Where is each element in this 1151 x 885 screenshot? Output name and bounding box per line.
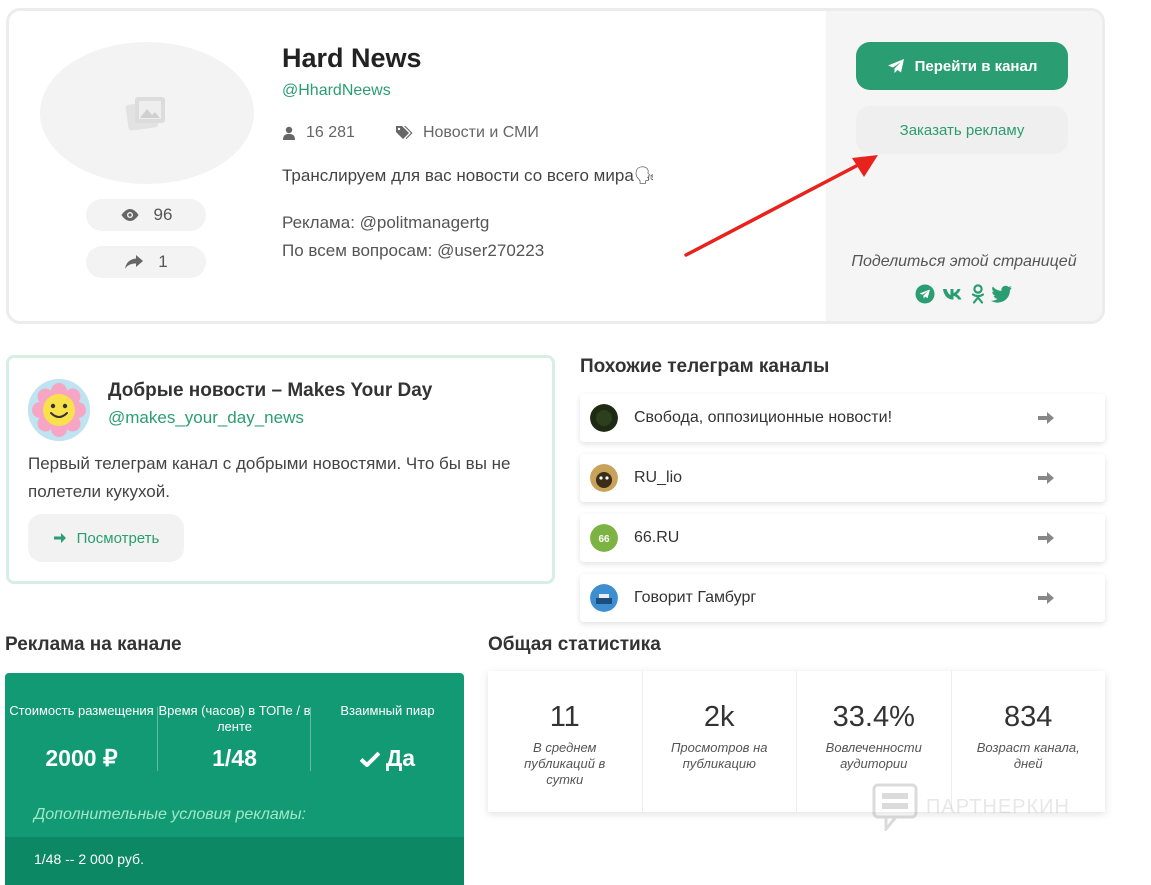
similar-channel-item[interactable]: Говорит Гамбург — [580, 574, 1105, 622]
telegram-icon[interactable] — [915, 284, 935, 304]
go-to-channel-button[interactable]: Перейти в канал — [856, 42, 1068, 90]
views-counter: 96 — [86, 199, 206, 231]
similar-channel-name: Свобода, оппозиционные новости! — [634, 409, 893, 426]
ad-contact: Реклама: @politmanagertg — [282, 213, 490, 232]
odnoklassniki-icon[interactable] — [971, 284, 985, 304]
promo-card: Добрые новости – Makes Your Day @makes_y… — [6, 355, 555, 584]
ad-mutual-text: Да — [385, 745, 416, 771]
tags-icon — [395, 126, 413, 139]
promo-title: Добрые новости – Makes Your Day — [108, 380, 433, 401]
shares-count: 1 — [158, 252, 168, 271]
arrow-right-icon — [53, 533, 66, 543]
channel-handle[interactable]: @HhardNeews — [282, 82, 391, 100]
arrow-right-icon — [1038, 532, 1054, 544]
share-buttons — [826, 284, 1102, 304]
stat-posts-per-day: 11 В среднем публикаций в сутки — [488, 671, 643, 812]
red-arrow-annotation — [684, 155, 878, 257]
ads-panel: Стоимость размещения 2000 ₽ Время (часов… — [5, 673, 464, 885]
twitter-icon[interactable] — [991, 284, 1013, 304]
share-arrow-icon — [125, 255, 144, 269]
smiley-flower-icon — [28, 379, 90, 441]
watermark: ПАРТНЕРКИН — [872, 783, 1070, 831]
stats-section-title: Общая статистика — [488, 634, 661, 655]
similar-channel-item[interactable]: RU_lio — [580, 454, 1105, 502]
similar-channel-name: Говорит Гамбург — [634, 589, 757, 606]
similar-channel-item[interactable]: Свобода, оппозиционные новости! — [580, 394, 1105, 442]
stat-value: 33.4% — [832, 701, 915, 733]
ad-time: Время (часов) в ТОПе / в ленте 1/48 — [158, 703, 311, 772]
channel-avatar — [40, 42, 254, 184]
channel-title: Hard News — [282, 43, 422, 73]
channel-contacts: Реклама: @politmanagertg По всем вопроса… — [282, 209, 544, 265]
stat-caption: Просмотров на публикацию — [671, 740, 768, 771]
stat-value: 11 — [549, 701, 580, 733]
svg-text:66: 66 — [598, 534, 610, 545]
vk-icon[interactable] — [941, 284, 965, 304]
ad-mutual-value: Да — [311, 745, 464, 772]
view-promo-label: Посмотреть — [76, 529, 160, 547]
watermark-text: ПАРТНЕРКИН — [926, 795, 1070, 818]
channel-avatar — [590, 464, 618, 492]
ad-condition-row: 1/48 -- 2 000 руб. — [5, 837, 464, 885]
promo-description: Первый телеграм канал с добрыми новостям… — [28, 454, 511, 501]
stat-value: 834 — [1004, 701, 1053, 733]
arrow-right-icon — [1038, 592, 1054, 604]
ads-section-title: Реклама на канале — [5, 634, 182, 655]
ad-time-label: Время (часов) в ТОПе / в ленте — [158, 703, 311, 734]
views-count: 96 — [153, 205, 173, 224]
channel-avatar — [590, 404, 618, 432]
promo-avatar — [28, 379, 90, 441]
stat-caption: В среднем публикаций в сутки — [524, 740, 606, 787]
stat-value: 2k — [703, 701, 735, 733]
subscribers-count: 16 281 — [306, 124, 355, 141]
stat-caption: Вовлеченности аудитории — [825, 740, 922, 771]
channel-description: Транслируем для вас новости со всего мир… — [282, 166, 656, 185]
ad-cost-label: Стоимость размещения — [9, 703, 154, 718]
channel-avatar: 66 — [590, 524, 618, 552]
stat-views-per-post: 2k Просмотров на публикацию — [643, 671, 797, 812]
similar-channels-title: Похожие телеграм каналы — [580, 356, 830, 377]
telegram-plane-icon — [887, 59, 904, 73]
similar-channel-item[interactable]: 66 66.RU — [580, 514, 1105, 562]
watermark-logo-icon — [872, 783, 918, 831]
view-promo-button[interactable]: Посмотреть — [28, 514, 184, 562]
shares-counter: 1 — [86, 246, 206, 278]
ad-cost-value: 2000 ₽ — [45, 745, 118, 771]
arrow-right-icon — [1038, 412, 1054, 424]
category-label: Новости и СМИ — [422, 124, 539, 141]
channel-card: 96 1 Hard News @HhardNeews 16 281 Новост… — [6, 8, 1105, 324]
arrow-right-icon — [1038, 472, 1054, 484]
ad-time-value: 1/48 — [212, 745, 257, 771]
order-ad-button[interactable]: Заказать рекламу — [856, 106, 1068, 154]
ad-cost: Стоимость размещения 2000 ₽ — [5, 703, 158, 772]
similar-channel-name: 66.RU — [634, 529, 680, 546]
similar-channel-name: RU_lio — [634, 469, 683, 486]
user-icon — [283, 126, 295, 140]
image-placeholder-icon — [125, 97, 165, 131]
stat-caption: Возраст канала, дней — [976, 740, 1080, 771]
promo-handle[interactable]: @makes_your_day_news — [108, 408, 304, 428]
questions-contact: По всем вопросам: @user270223 — [282, 241, 545, 260]
category[interactable]: Новости и СМИ — [395, 124, 539, 142]
ad-mutual: Взаимный пиар Да — [311, 703, 464, 772]
extra-conditions-label: Дополнительные условия рекламы: — [34, 806, 306, 823]
channel-avatar — [590, 584, 618, 612]
go-to-channel-label: Перейти в канал — [914, 57, 1038, 75]
eye-icon — [121, 209, 139, 221]
ad-mutual-label: Взаимный пиар — [340, 703, 435, 718]
channel-meta: 16 281 Новости и СМИ — [282, 124, 539, 142]
subscribers: 16 281 — [282, 124, 355, 142]
check-icon — [359, 751, 380, 767]
